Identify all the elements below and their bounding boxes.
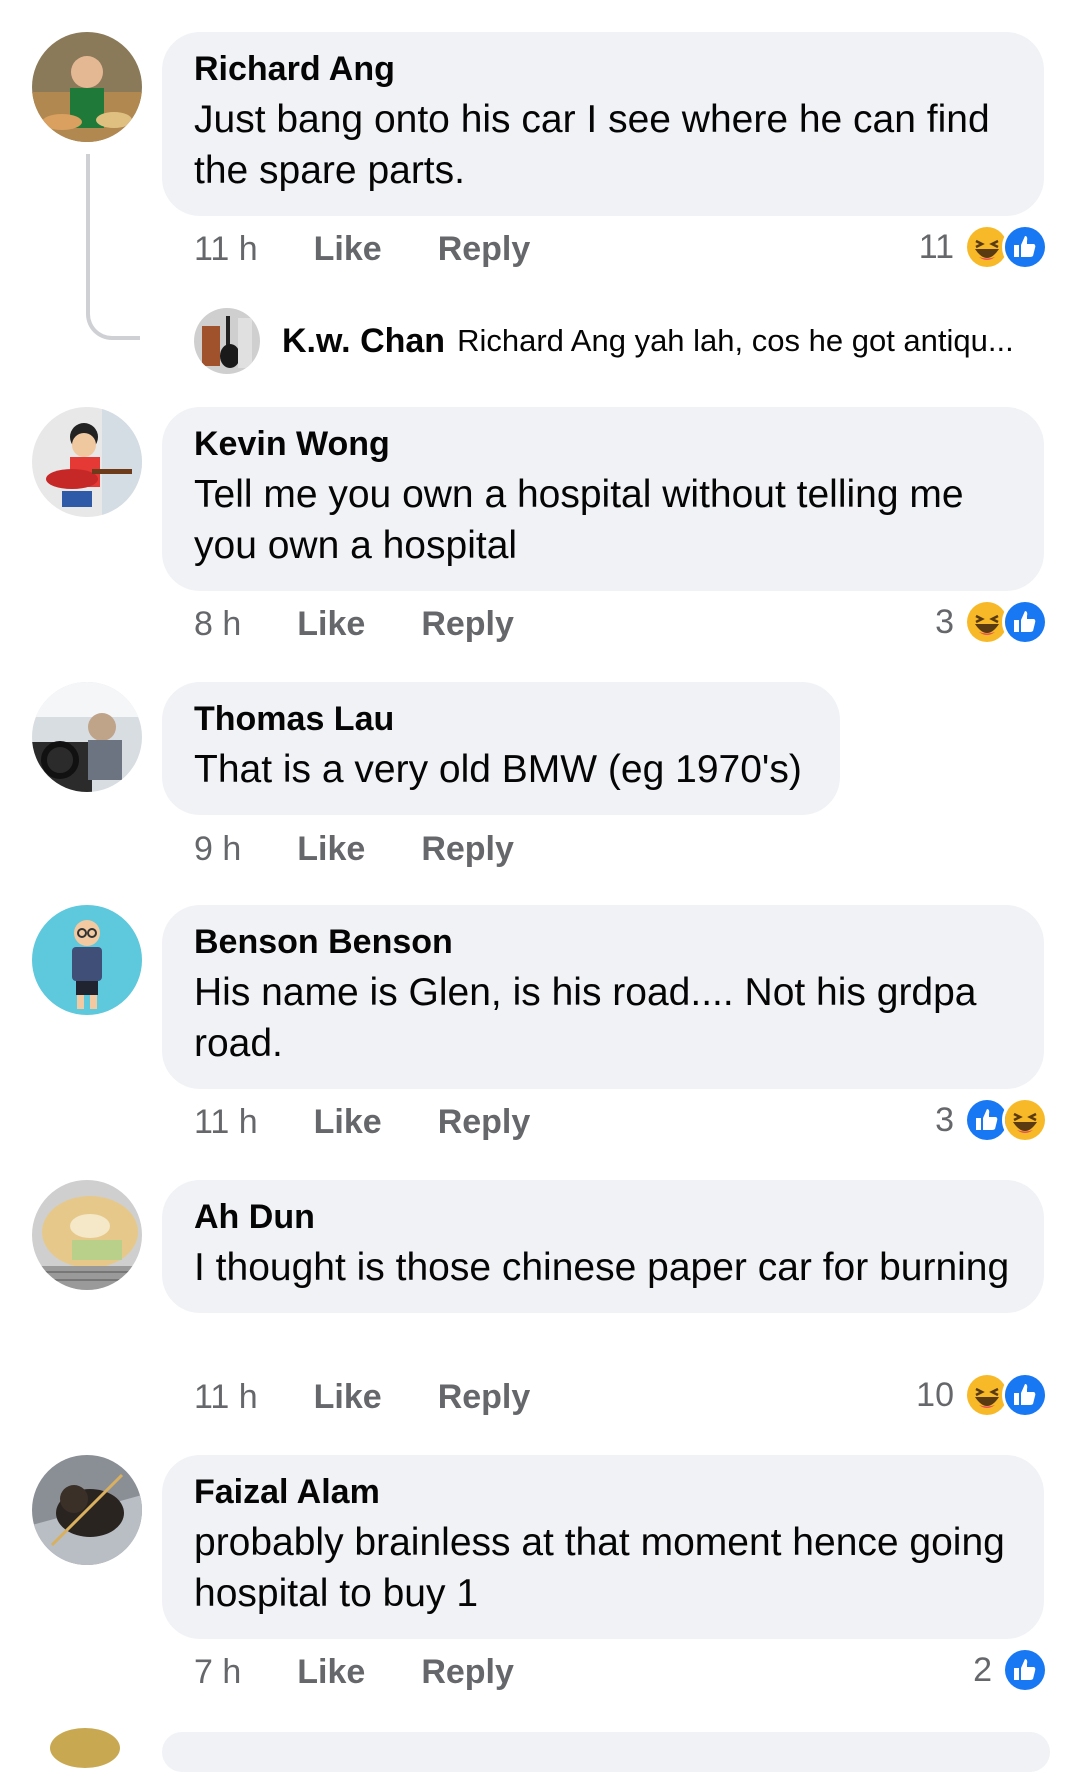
reply-button[interactable]: Reply bbox=[438, 1378, 531, 1417]
comment-author[interactable]: Faizal Alam bbox=[194, 1473, 1010, 1511]
comment-actions: 8 h Like Reply bbox=[194, 599, 514, 649]
reaction-summary[interactable]: 2 bbox=[973, 1645, 1048, 1695]
comment-actions: 11 h Like Reply bbox=[194, 1372, 530, 1422]
reply-author[interactable]: K.w. Chan bbox=[282, 322, 445, 361]
comment-time[interactable]: 11 h bbox=[194, 230, 258, 269]
comment-author[interactable]: Ah Dun bbox=[194, 1198, 1010, 1236]
avatar[interactable] bbox=[50, 1728, 120, 1768]
comment-bubble bbox=[162, 1732, 1050, 1772]
reaction-count: 3 bbox=[935, 1100, 954, 1139]
comment-bubble: Richard Ang Just bang onto his car I see… bbox=[162, 32, 1044, 216]
avatar[interactable] bbox=[32, 1180, 142, 1290]
comment-bubble: Faizal Alam probably brainless at that m… bbox=[162, 1455, 1044, 1639]
comment-bubble: Benson Benson His name is Glen, is his r… bbox=[162, 905, 1044, 1089]
like-icon bbox=[1002, 1372, 1048, 1418]
comment-text: Tell me you own a hospital without telli… bbox=[194, 473, 964, 567]
reply-preview[interactable]: K.w. Chan Richard Ang yah lah, cos he go… bbox=[194, 306, 1014, 376]
comment-time[interactable]: 7 h bbox=[194, 1653, 241, 1692]
comment-author[interactable]: Richard Ang bbox=[194, 50, 1010, 88]
reaction-count: 10 bbox=[916, 1375, 954, 1414]
like-icon bbox=[1002, 224, 1048, 270]
avatar[interactable] bbox=[32, 407, 142, 517]
comment-text: Just bang onto his car I see where he ca… bbox=[194, 98, 990, 192]
like-button[interactable]: Like bbox=[297, 605, 365, 644]
comment-bubble: Thomas Lau That is a very old BMW (eg 19… bbox=[162, 682, 840, 815]
comment-author[interactable]: Kevin Wong bbox=[194, 425, 1010, 463]
reply-button[interactable]: Reply bbox=[421, 830, 514, 869]
comment-time[interactable]: 11 h bbox=[194, 1378, 258, 1417]
comment-actions: 9 h Like Reply bbox=[194, 824, 514, 874]
reply-button[interactable]: Reply bbox=[421, 1653, 514, 1692]
reaction-count: 11 bbox=[918, 227, 954, 266]
like-icon bbox=[1002, 1647, 1048, 1693]
comment-text: That is a very old BMW (eg 1970's) bbox=[194, 748, 802, 791]
reaction-summary[interactable]: 3 bbox=[935, 597, 1048, 647]
like-button[interactable]: Like bbox=[314, 1103, 382, 1142]
comment-bubble: Kevin Wong Tell me you own a hospital wi… bbox=[162, 407, 1044, 591]
thread-connector bbox=[86, 154, 140, 340]
reply-text: Richard Ang yah lah, cos he got antiqu..… bbox=[457, 323, 1014, 358]
reply-button[interactable]: Reply bbox=[421, 605, 514, 644]
reaction-count: 3 bbox=[935, 602, 954, 641]
comment-author[interactable]: Thomas Lau bbox=[194, 700, 806, 738]
avatar[interactable] bbox=[194, 308, 260, 374]
comment-text: probably brainless at that moment hence … bbox=[194, 1521, 1005, 1615]
comment-text: His name is Glen, is his road.... Not hi… bbox=[194, 971, 977, 1065]
avatar[interactable] bbox=[32, 32, 142, 142]
comment-text: I thought is those chinese paper car for… bbox=[194, 1246, 1010, 1289]
avatar[interactable] bbox=[32, 682, 142, 792]
comment-time[interactable]: 9 h bbox=[194, 830, 241, 869]
comment-actions: 11 h Like Reply bbox=[194, 224, 530, 274]
like-button[interactable]: Like bbox=[314, 1378, 382, 1417]
like-button[interactable]: Like bbox=[314, 230, 382, 269]
avatar[interactable] bbox=[32, 1455, 142, 1565]
like-button[interactable]: Like bbox=[297, 830, 365, 869]
comment-bubble: Ah Dun I thought is those chinese paper … bbox=[162, 1180, 1044, 1313]
comment-time[interactable]: 8 h bbox=[194, 605, 241, 644]
reaction-summary[interactable]: 11 bbox=[919, 222, 1048, 272]
reaction-summary[interactable]: 3 bbox=[935, 1095, 1048, 1145]
comment-actions: 11 h Like Reply bbox=[194, 1097, 530, 1147]
reply-button[interactable]: Reply bbox=[438, 1103, 531, 1142]
like-button[interactable]: Like bbox=[297, 1653, 365, 1692]
like-icon bbox=[1002, 599, 1048, 645]
reaction-count: 2 bbox=[973, 1650, 992, 1689]
haha-icon bbox=[1002, 1097, 1048, 1143]
comment-time[interactable]: 11 h bbox=[194, 1103, 258, 1142]
reply-button[interactable]: Reply bbox=[438, 230, 531, 269]
avatar[interactable] bbox=[32, 905, 142, 1015]
comment-actions: 7 h Like Reply bbox=[194, 1647, 514, 1697]
reaction-summary[interactable]: 10 bbox=[916, 1370, 1048, 1420]
comment-author[interactable]: Benson Benson bbox=[194, 923, 1010, 961]
